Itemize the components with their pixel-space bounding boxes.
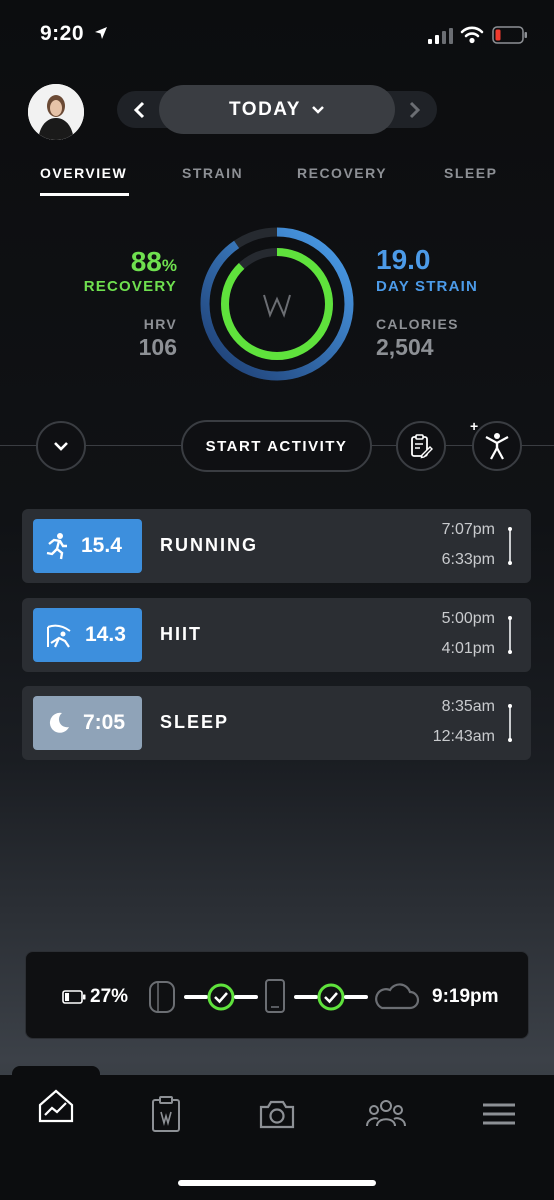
hrv-label: HRV [143, 316, 177, 332]
cloud-icon [375, 983, 420, 1010]
moon-icon [49, 712, 69, 733]
home-chart-icon [38, 1089, 74, 1123]
day-strain-label: DAY STRAIN [376, 278, 479, 295]
chevron-right-icon [409, 101, 421, 119]
last-sync-time: 9:19pm [432, 986, 499, 1007]
status-bar: 9:20 [0, 0, 554, 70]
day-strain-score[interactable]: 19.0 [376, 244, 431, 276]
check-circle-icon [317, 983, 345, 1011]
tab-sleep[interactable]: SLEEP [444, 165, 497, 181]
activity-end-time: 8:35am [441, 698, 495, 715]
group-people-icon [366, 1100, 406, 1127]
sync-status-panel[interactable]: 27% 9:19pm [25, 951, 529, 1039]
nav-journal-button[interactable] [144, 1092, 188, 1136]
activity-duration: 7:05 [83, 711, 126, 734]
recovery-unit: % [161, 256, 177, 275]
activity-strain: 14.3 [85, 623, 126, 646]
tab-recovery[interactable]: RECOVERY [297, 165, 387, 181]
calories-value: 2,504 [376, 334, 434, 360]
avatar[interactable] [28, 84, 84, 140]
active-tab-indicator [40, 193, 129, 196]
status-time: 9:20 [40, 22, 85, 45]
recovery-number: 88 [130, 246, 162, 277]
activity-duration-bar [508, 527, 512, 565]
hrv-value: 106 [138, 334, 177, 360]
journal-button[interactable] [396, 421, 446, 471]
hamburger-menu-icon [483, 1103, 515, 1125]
activity-row-running[interactable]: 15.4 RUNNING 7:07pm 6:33pm [22, 509, 531, 583]
profile-photo [28, 84, 84, 140]
strain-recovery-gauge[interactable] [200, 227, 354, 381]
activity-badge: 14.3 [33, 608, 142, 662]
running-icon [46, 533, 67, 560]
start-activity-button[interactable]: START ACTIVITY [181, 420, 372, 472]
nav-home-button[interactable] [34, 1084, 78, 1128]
wifi-icon [460, 26, 484, 44]
activity-name: SLEEP [160, 712, 230, 732]
nav-camera-button[interactable] [255, 1092, 299, 1136]
nav-teams-button[interactable] [364, 1092, 408, 1136]
chevron-down-icon [54, 442, 68, 451]
activity-badge: 7:05 [33, 696, 142, 750]
activity-strain: 15.4 [81, 534, 122, 557]
activity-name: RUNNING [160, 535, 258, 555]
chevron-down-icon [312, 105, 324, 114]
home-indicator [178, 1180, 376, 1186]
tab-overview[interactable]: OVERVIEW [40, 165, 127, 181]
person-activity-icon [485, 433, 509, 460]
recovery-score[interactable]: 88% [131, 246, 177, 278]
calories-label: CALORIES [376, 316, 459, 332]
activity-name: HIIT [160, 624, 202, 644]
clipboard-edit-icon [411, 434, 433, 459]
activity-start-time: 12:43am [432, 728, 495, 745]
strap-battery-icon [62, 990, 86, 1004]
activity-row-sleep[interactable]: 7:05 SLEEP 8:35am 12:43am [22, 686, 531, 760]
whoop-logo-icon [263, 294, 291, 318]
date-selector[interactable]: TODAY [159, 85, 395, 134]
recovery-arc [221, 248, 333, 360]
activity-duration-bar [508, 616, 512, 654]
cellular-signal-icon [428, 28, 453, 44]
activity-badge: 15.4 [33, 519, 142, 573]
battery-low-icon [492, 26, 527, 44]
date-label: TODAY [229, 98, 301, 120]
nav-menu-button[interactable] [477, 1092, 521, 1136]
activity-start-time: 4:01pm [441, 640, 495, 657]
clipboard-icon [152, 1096, 180, 1132]
tab-strain[interactable]: STRAIN [182, 165, 243, 181]
activity-end-time: 5:00pm [441, 610, 495, 627]
camera-icon [259, 1100, 295, 1129]
activity-start-time: 6:33pm [441, 551, 495, 568]
phone-icon [265, 979, 285, 1013]
hiit-icon [47, 624, 71, 648]
activity-duration-bar [508, 704, 512, 742]
previous-day-button[interactable] [126, 96, 154, 124]
location-arrow-icon [95, 27, 107, 39]
sync-chain [149, 979, 420, 1013]
recovery-label: RECOVERY [83, 278, 177, 295]
check-circle-icon [207, 983, 235, 1011]
strap-battery-level: 27% [90, 986, 129, 1007]
expand-button[interactable] [36, 421, 86, 471]
activity-end-time: 7:07pm [441, 521, 495, 538]
next-day-button[interactable] [400, 96, 428, 124]
strap-icon [149, 981, 175, 1013]
activity-row-hiit[interactable]: 14.3 HIIT 5:00pm 4:01pm [22, 598, 531, 672]
chevron-left-icon [133, 101, 145, 119]
add-activity-button[interactable] [472, 421, 522, 471]
